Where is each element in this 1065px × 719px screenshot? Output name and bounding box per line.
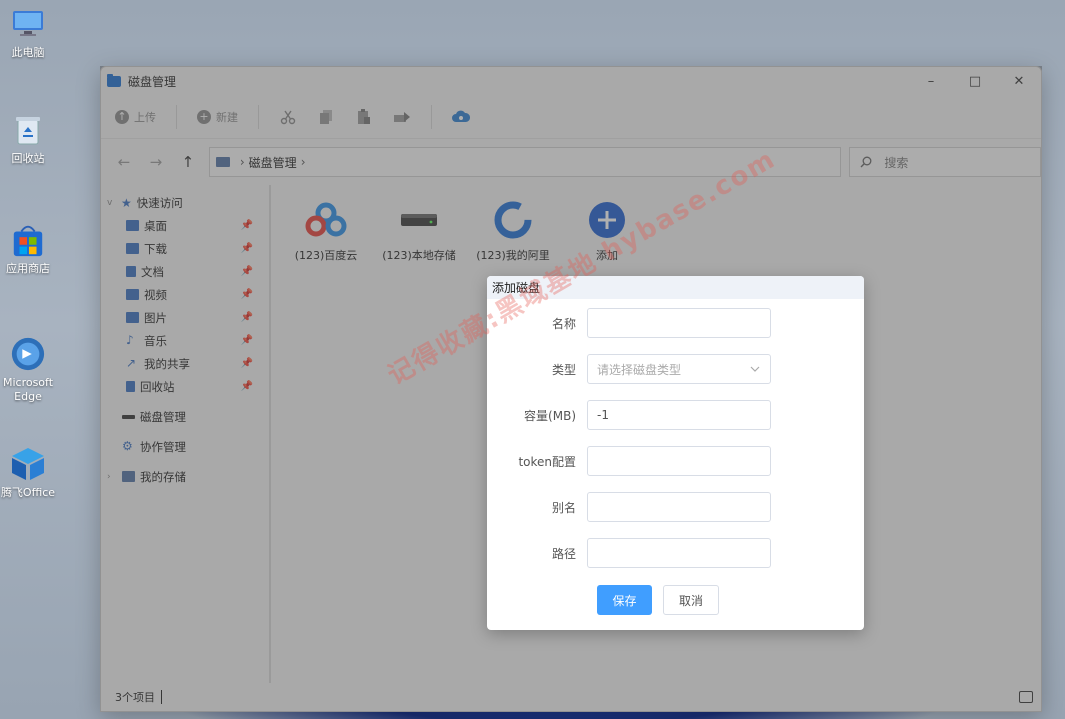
computer-icon	[10, 6, 46, 42]
token-config-field[interactable]	[587, 446, 771, 476]
desktop-icon-label: 此电脑	[11, 46, 45, 59]
desktop-icon-recycle-bin[interactable]: 回收站	[0, 112, 56, 166]
field-label: 路径	[551, 546, 576, 561]
field-label: token配置	[518, 454, 576, 469]
add-disk-dialog: 添加磁盘 名称 类型 请选择磁盘类型 容量(MB) token配置 别名 路径 …	[487, 276, 864, 630]
field-label: 容量(MB)	[524, 408, 576, 423]
form-row-token: token配置	[487, 446, 864, 476]
path-field[interactable]	[587, 538, 771, 568]
cancel-button[interactable]: 取消	[663, 585, 719, 615]
desktop-icon-edge[interactable]: Microsoft Edge	[0, 336, 56, 404]
field-label: 名称	[551, 316, 576, 331]
office-icon	[10, 446, 46, 482]
desktop-icon-label: 应用商店	[6, 262, 50, 275]
store-icon	[10, 222, 46, 258]
desktop-icon-label: 腾飞Office	[0, 486, 56, 499]
desktop-icon-office[interactable]: 腾飞Office	[0, 446, 56, 500]
desktop-icon-label: 回收站	[11, 152, 45, 165]
desktop-icon-this-pc[interactable]: 此电脑	[0, 6, 56, 60]
disk-type-select[interactable]: 请选择磁盘类型	[587, 354, 771, 384]
edge-icon	[10, 336, 46, 372]
select-placeholder: 请选择磁盘类型	[597, 362, 682, 377]
dialog-actions: 保存 取消	[597, 585, 730, 615]
recycle-bin-icon	[10, 112, 46, 148]
save-button[interactable]: 保存	[597, 585, 652, 615]
alias-field[interactable]	[587, 492, 771, 522]
dialog-title: 添加磁盘	[487, 276, 864, 299]
capacity-field[interactable]	[587, 400, 771, 430]
form-row-name: 名称	[487, 308, 864, 338]
desktop-icon-label: Microsoft Edge	[2, 376, 54, 403]
desktop-icon-store[interactable]: 应用商店	[0, 222, 56, 276]
form-row-path: 路径	[487, 538, 864, 568]
chevron-down-icon	[750, 366, 760, 372]
field-label: 别名	[551, 500, 576, 515]
form-row-type: 类型 请选择磁盘类型	[487, 354, 864, 384]
form-row-capacity: 容量(MB)	[487, 400, 864, 430]
field-label: 类型	[551, 362, 576, 377]
name-field[interactable]	[587, 308, 771, 338]
form-row-alias: 别名	[487, 492, 864, 522]
